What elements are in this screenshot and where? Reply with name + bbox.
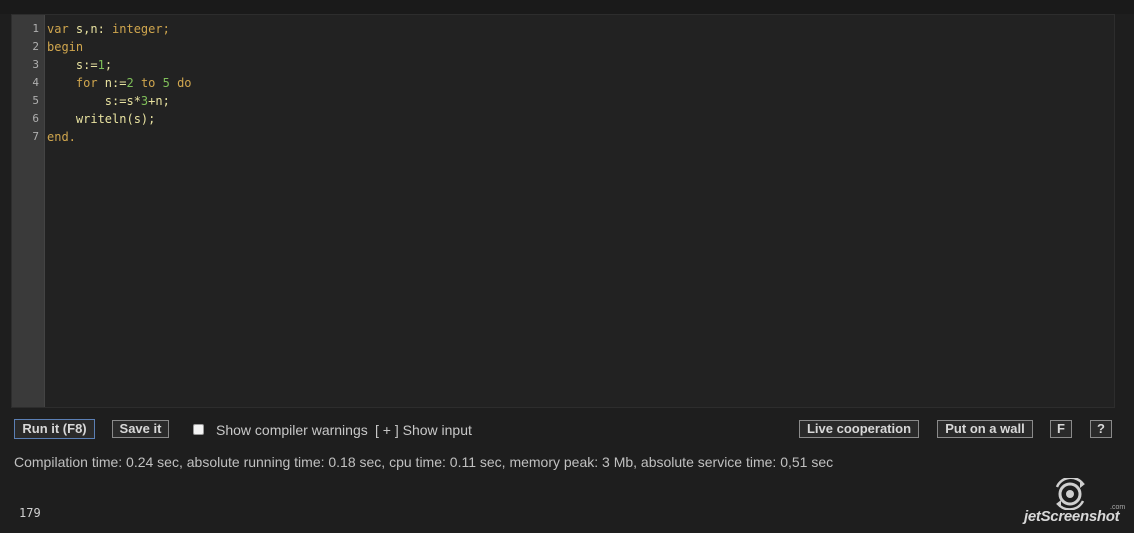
code-token: n:=: [104, 76, 127, 90]
code-line[interactable]: for n:=2 to 5 do: [47, 74, 1114, 92]
show-input-toggle[interactable]: [ + ] Show input: [375, 421, 472, 439]
save-button[interactable]: Save it: [112, 420, 169, 438]
code-token: 2: [126, 76, 134, 90]
toolbar: Run it (F8) Save it Show compiler warnin…: [0, 419, 1134, 442]
watermark-text: jetScreenshot: [1024, 508, 1120, 525]
line-number: 1: [32, 22, 39, 35]
code-token: s:=s*: [47, 94, 141, 108]
code-line[interactable]: var s,n: integer;: [47, 20, 1114, 38]
code-token: do: [169, 76, 192, 90]
line-number: 2: [32, 40, 39, 53]
line-number: 5: [32, 94, 39, 107]
line-number: 3: [32, 58, 39, 71]
code-token: s,n:: [75, 22, 113, 36]
line-number: 7: [32, 130, 39, 143]
put-on-wall-button[interactable]: Put on a wall: [937, 420, 1033, 438]
code-token: ;: [104, 58, 113, 72]
code-token: integer;: [112, 22, 170, 36]
watermark: .com jetScreenshot: [1022, 476, 1132, 528]
code-token: 1: [97, 58, 105, 72]
code-token: 5: [162, 76, 170, 90]
code-line[interactable]: writeln(s);: [47, 110, 1114, 128]
compiler-warnings-checkbox[interactable]: [193, 424, 204, 435]
f-button[interactable]: F: [1050, 420, 1072, 438]
help-button[interactable]: ?: [1090, 420, 1112, 438]
line-number-gutter: 1 2 3 4 5 6 7: [12, 15, 45, 407]
code-line[interactable]: s:=1;: [47, 56, 1114, 74]
code-token: for: [47, 76, 105, 90]
code-token: begin: [47, 40, 84, 54]
run-button[interactable]: Run it (F8): [14, 419, 95, 439]
code-token: writeln(s);: [47, 112, 156, 126]
code-line[interactable]: begin: [47, 38, 1114, 56]
code-line[interactable]: end.: [47, 128, 1114, 146]
code-token: s:=: [47, 58, 98, 72]
code-line[interactable]: s:=s*3+n;: [47, 92, 1114, 110]
status-line: Compilation time: 0.24 sec, absolute run…: [14, 454, 834, 470]
line-number: 4: [32, 76, 39, 89]
code-token: +n;: [148, 94, 170, 108]
top-strip: [0, 0, 1134, 14]
compiler-warnings-label[interactable]: Show compiler warnings: [216, 421, 368, 439]
code-editor[interactable]: 1 2 3 4 5 6 7 var s,n: integer; begin s:=…: [11, 14, 1115, 408]
code-token: end.: [47, 130, 76, 144]
code-token: var: [47, 22, 76, 36]
line-number: 6: [32, 112, 39, 125]
code-token: to: [133, 76, 163, 90]
code-area[interactable]: var s,n: integer; begin s:=1; for n:=2 to…: [47, 20, 1114, 146]
program-output: 179: [19, 506, 41, 520]
live-cooperation-button[interactable]: Live cooperation: [799, 420, 919, 438]
